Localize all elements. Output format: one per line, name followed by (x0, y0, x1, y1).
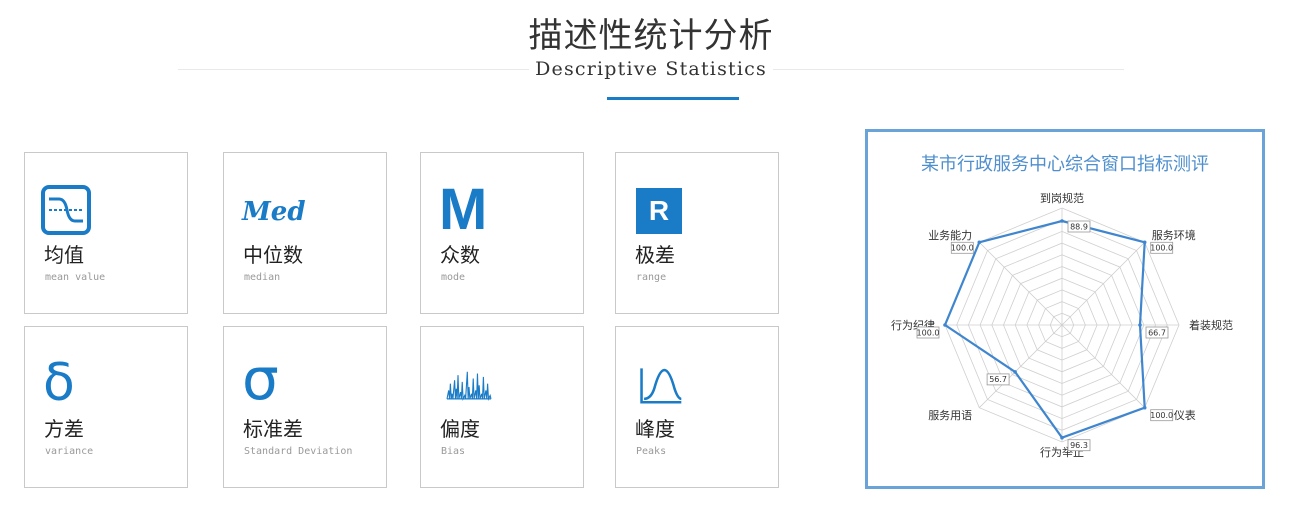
radar-value-label: 96.3 (1070, 441, 1088, 450)
sigma-icon: σ (242, 345, 279, 413)
radar-data-point (1060, 435, 1064, 440)
radar-data-point (1013, 370, 1017, 374)
page-subtitle-text: Descriptive Statistics (529, 58, 773, 80)
sine-wave-icon (41, 185, 91, 235)
radar-axis-label: 服务环境 (1152, 228, 1196, 242)
header-accent-bar (607, 97, 739, 100)
card-title: 偏度 (440, 417, 480, 441)
stat-card-peaks[interactable]: 峰度 Peaks (615, 326, 779, 488)
card-title: 方差 (44, 417, 84, 441)
card-title: 均值 (44, 243, 84, 267)
stat-card-variance[interactable]: δ 方差 variance (24, 326, 188, 488)
stat-card-range[interactable]: R 极差 range (615, 152, 779, 314)
card-title: 极差 (635, 243, 675, 267)
letter-r-icon: R (636, 188, 682, 234)
stat-card-mean[interactable]: 均值 mean value (24, 152, 188, 314)
card-title: 峰度 (635, 417, 675, 441)
card-subtitle: Bias (441, 446, 466, 457)
card-subtitle: mode (441, 272, 466, 283)
stat-card-median[interactable]: Med 中位数 median (223, 152, 387, 314)
radar-axis-label: 到岗规范 (1040, 191, 1084, 205)
card-subtitle: mean value (45, 272, 106, 283)
radar-data-point (943, 323, 947, 327)
med-text-icon: Med (242, 197, 306, 227)
radar-chart-panel: 某市行政服务中心综合窗口指标测评 到岗规范 服务环境 着装规范 仪容仪表 行为举止 服务用… (865, 129, 1265, 489)
waveform-icon (446, 371, 492, 401)
card-subtitle: variance (45, 446, 94, 457)
radar-data-point (1142, 240, 1147, 245)
card-title: 标准差 (243, 417, 303, 441)
stat-card-mode[interactable]: M 众数 mode (420, 152, 584, 314)
radar-axis-label: 着装规范 (1189, 318, 1233, 332)
card-subtitle: Peaks (636, 446, 667, 457)
radar-value-label: 88.9 (1070, 222, 1088, 231)
radar-chart: 到岗规范服务环境着装规范仪容仪表行为举止服务用语行为纪律业务能力88.9100.… (891, 191, 1233, 459)
radar-data-point (1138, 323, 1142, 327)
radar-value-label: 56.7 (989, 375, 1007, 384)
radar-data-point (977, 240, 982, 245)
radar-value-label: 100.0 (1150, 411, 1173, 420)
radar-axis-label: 服务用语 (928, 409, 972, 422)
radar-value-label: 100.0 (917, 328, 940, 337)
letter-m-icon: M (439, 177, 488, 242)
stat-card-std-dev[interactable]: σ 标准差 Standard Deviation (223, 326, 387, 488)
radar-data-point (1060, 219, 1064, 223)
page-title: 描述性统计分析 (528, 16, 774, 56)
radar-axis-label: 业务能力 (928, 228, 972, 242)
radar-value-label: 66.7 (1148, 328, 1166, 337)
card-title: 众数 (440, 243, 480, 267)
stat-card-bias[interactable]: 偏度 Bias (420, 326, 584, 488)
card-subtitle: median (244, 272, 281, 283)
radar-value-label: 100.0 (951, 244, 974, 253)
radar-data-point (1142, 405, 1147, 410)
card-title: 中位数 (243, 243, 303, 267)
card-subtitle: range (636, 272, 667, 283)
delta-icon: δ (43, 353, 75, 413)
bell-curve-icon (640, 368, 682, 404)
card-subtitle: Standard Deviation (244, 446, 353, 457)
page-subtitle: Descriptive Statistics (0, 58, 1302, 80)
radar-value-label: 100.0 (1150, 244, 1173, 253)
